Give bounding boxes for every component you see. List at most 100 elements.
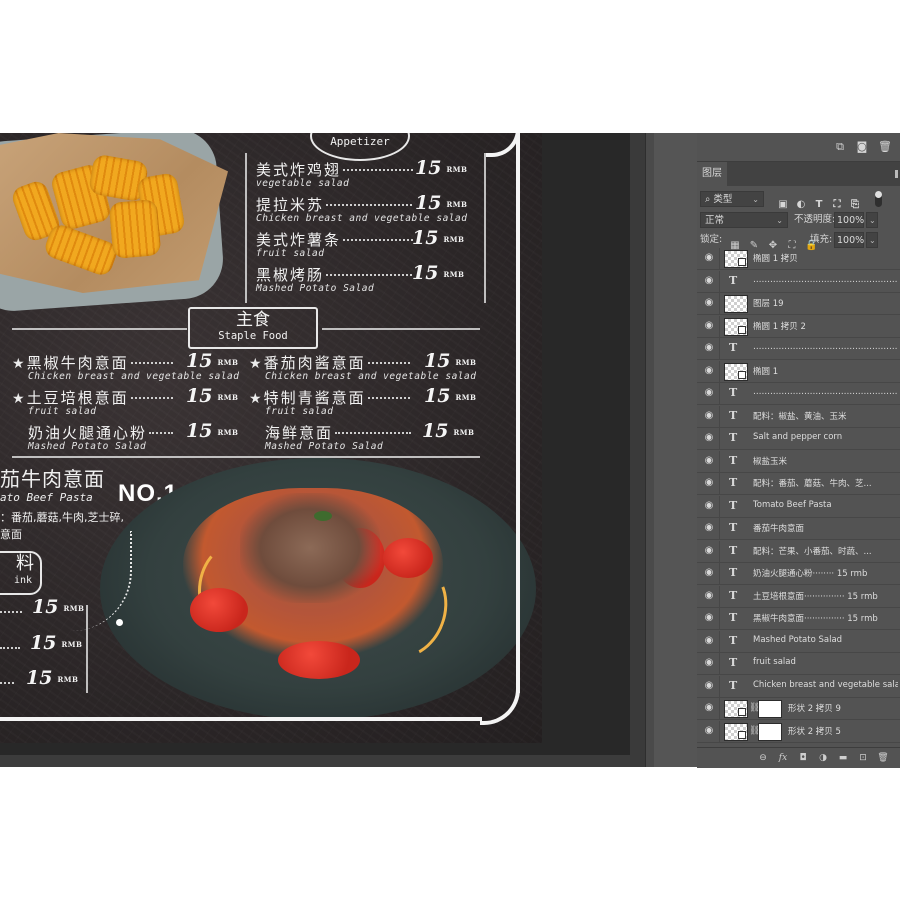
layer-mask-thumbnail[interactable]: [758, 722, 782, 741]
layer-thumbnail[interactable]: [724, 250, 748, 268]
layer-name[interactable]: 形状 2 拷贝 5: [788, 725, 898, 737]
visibility-eye-icon[interactable]: ◉: [703, 478, 715, 488]
layer-thumbnail[interactable]: [724, 362, 748, 381]
layer-row[interactable]: ◉ T 配料：椒盐、黄油、玉米: [697, 405, 900, 428]
layer-name[interactable]: Mashed Potato Salad: [753, 635, 898, 645]
opacity-dropdown[interactable]: ⌄: [866, 212, 878, 228]
layer-name[interactable]: 土豆培根意面··············· 15 rmb: [753, 590, 898, 602]
mask-icon[interactable]: ◘: [797, 753, 809, 763]
collapsed-panel-strip[interactable]: [654, 133, 698, 767]
add-artboard-icon[interactable]: ⧉: [834, 141, 846, 153]
layer-row[interactable]: ◉ T Salt and pepper corn: [697, 428, 900, 450]
layer-row[interactable]: ◉ T 配料：芒果、小番茄、时蔬、...: [697, 540, 900, 563]
layer-row[interactable]: ◉ T 椒盐玉米: [697, 450, 900, 473]
adjustment-icon[interactable]: ◑: [817, 753, 829, 763]
fx-icon[interactable]: fx: [777, 753, 789, 763]
visibility-eye-icon[interactable]: ◉: [703, 703, 715, 713]
layer-name[interactable]: 配料：番茄、蘑菇、牛肉、芝...: [753, 477, 898, 489]
link-icon[interactable]: ⊖: [757, 753, 769, 763]
layer-name[interactable]: 椭圆 1: [753, 365, 898, 377]
layer-row[interactable]: ◉ T ………………………………………………...: [697, 338, 900, 360]
visibility-eye-icon[interactable]: ◉: [703, 365, 715, 376]
visibility-eye-icon[interactable]: ◉: [703, 680, 715, 691]
blend-mode-select[interactable]: 正常 ⌄: [700, 212, 788, 228]
layer-row[interactable]: ◉ T 土豆培根意面··············· 15 rmb: [697, 585, 900, 608]
layer-thumbnail[interactable]: [724, 295, 748, 313]
layer-row[interactable]: ◉ T 番茄牛肉意面: [697, 518, 900, 540]
layer-name[interactable]: 图层 19: [753, 297, 898, 309]
visibility-eye-icon[interactable]: ◉: [703, 635, 715, 646]
visibility-eye-icon[interactable]: ◉: [703, 343, 715, 353]
layer-name[interactable]: 番茄牛肉意面: [753, 522, 898, 534]
layer-thumbnail[interactable]: [724, 722, 748, 741]
visibility-eye-icon[interactable]: ◉: [703, 433, 715, 443]
layer-thumbnail[interactable]: [724, 317, 748, 336]
column-separator: [719, 293, 720, 315]
trash-icon[interactable]: 🗑: [878, 141, 892, 153]
panel-menu-icon[interactable]: [895, 170, 898, 178]
layer-name[interactable]: 配料：椒盐、黄油、玉米: [753, 410, 898, 422]
layer-row[interactable]: ◉ T ………………………………………………...: [697, 270, 900, 293]
layer-name[interactable]: 奶油火腿通心粉········ 15 rmb: [753, 567, 898, 579]
layer-name[interactable]: Salt and pepper corn: [753, 432, 898, 442]
visibility-eye-icon[interactable]: ◉: [703, 388, 715, 398]
layer-mask-thumbnail[interactable]: [758, 700, 782, 718]
visibility-eye-icon[interactable]: ◉: [703, 298, 715, 308]
layer-row[interactable]: ◉ 椭圆 1 拷贝: [697, 248, 900, 270]
layer-row[interactable]: ◉ ⛓ 形状 2 拷贝 9: [697, 698, 900, 720]
new-layer-icon[interactable]: ⊡: [857, 753, 869, 763]
layer-row[interactable]: ◉ T 配料：番茄、蘑菇、牛肉、芝...: [697, 473, 900, 495]
layer-name[interactable]: 椒盐玉米: [753, 455, 898, 467]
layer-row[interactable]: ◉ T Mashed Potato Salad: [697, 630, 900, 653]
layer-name[interactable]: 黑椒牛肉意面··············· 15 rmb: [753, 612, 898, 624]
layer-row[interactable]: ◉ 椭圆 1 拷贝 2: [697, 315, 900, 338]
visibility-eye-icon[interactable]: ◉: [703, 590, 715, 601]
visibility-eye-icon[interactable]: ◉: [703, 725, 715, 736]
visibility-eye-icon[interactable]: ◉: [703, 523, 715, 533]
folder-icon[interactable]: ▬: [837, 753, 849, 763]
filter-kind-select[interactable]: ⌕ 类型 ⌄: [700, 191, 764, 207]
filter-kind-label: 类型: [713, 194, 733, 205]
layer-row[interactable]: ◉ T 黑椒牛肉意面··············· 15 rmb: [697, 608, 900, 630]
visibility-eye-icon[interactable]: ◉: [703, 455, 715, 466]
layer-row[interactable]: ◉ T 奶油火腿通心粉········ 15 rmb: [697, 563, 900, 585]
layer-row[interactable]: ◉ ⛓ 形状 2 拷贝 5: [697, 720, 900, 743]
trash-icon[interactable]: 🗑: [877, 753, 889, 763]
layer-name[interactable]: 椭圆 1 拷贝 2: [753, 320, 898, 332]
layer-name[interactable]: 配料：芒果、小番茄、时蔬、...: [753, 545, 898, 557]
layer-row[interactable]: ◉ T Tomato Beef Pasta: [697, 495, 900, 518]
fill-dropdown[interactable]: ⌄: [866, 232, 878, 248]
layer-name[interactable]: ………………………………………………...: [753, 387, 898, 397]
divider-line: [12, 328, 187, 330]
visibility-eye-icon[interactable]: ◉: [703, 275, 715, 286]
visibility-eye-icon[interactable]: ◉: [703, 253, 715, 263]
layer-name[interactable]: 形状 2 拷贝 9: [788, 702, 898, 714]
layer-name[interactable]: fruit salad: [753, 657, 898, 667]
layer-row[interactable]: ◉ 图层 19: [697, 293, 900, 315]
menu-document[interactable]: 小吃 Appetizer 美式炸鸡翅 vegetable salad 15RMB…: [0, 133, 542, 743]
layer-row[interactable]: ◉ 椭圆 1: [697, 360, 900, 383]
layer-row[interactable]: ◉ T ………………………………………………...: [697, 383, 900, 405]
opacity-input[interactable]: 100%: [834, 212, 864, 228]
visibility-eye-icon[interactable]: ◉: [703, 568, 715, 578]
layer-name[interactable]: Tomato Beef Pasta: [753, 500, 898, 510]
fill-input[interactable]: 100%: [834, 232, 864, 248]
visibility-eye-icon[interactable]: ◉: [703, 320, 715, 331]
horizontal-scrollbar[interactable]: [0, 755, 630, 767]
visibility-eye-icon[interactable]: ◉: [703, 613, 715, 623]
layer-name[interactable]: Chicken breast and vegetable salad: [753, 680, 898, 690]
visibility-eye-icon[interactable]: ◉: [703, 500, 715, 511]
tab-layers[interactable]: 图层: [697, 162, 727, 186]
layer-name[interactable]: 椭圆 1 拷贝: [753, 252, 898, 264]
camera-icon[interactable]: ◙: [856, 141, 868, 153]
column-separator: [719, 360, 720, 383]
visibility-eye-icon[interactable]: ◉: [703, 658, 715, 668]
layer-row[interactable]: ◉ T Chicken breast and vegetable salad: [697, 675, 900, 698]
layer-row[interactable]: ◉ Tfruit salad: [697, 653, 900, 675]
filter-toggle[interactable]: [875, 191, 882, 207]
layer-name[interactable]: ………………………………………………...: [753, 275, 898, 285]
layer-name[interactable]: ………………………………………………...: [753, 342, 898, 352]
visibility-eye-icon[interactable]: ◉: [703, 545, 715, 556]
visibility-eye-icon[interactable]: ◉: [703, 410, 715, 421]
layer-thumbnail[interactable]: [724, 700, 748, 718]
